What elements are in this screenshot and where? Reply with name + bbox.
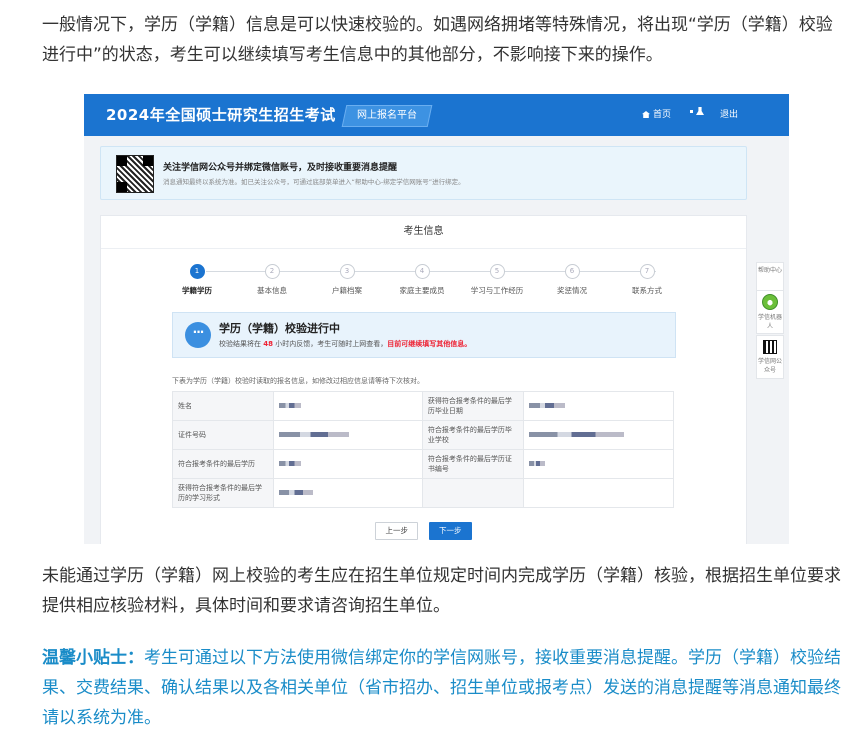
info-table: 姓名 获得符合报考条件的最后学历毕业日期 证件号码 符合报考条件的最后学历毕业学…	[171, 391, 674, 508]
step-7[interactable]: 7 联系方式	[602, 264, 692, 296]
pending-icon	[185, 322, 211, 348]
candidate-info-panel: 考生信息 1 学籍学历 2 基本信息 3 户籍档案 4 家庭主要成员 5 学习与工作经历 …	[100, 215, 747, 544]
redacted-value	[529, 403, 566, 408]
table-row: 证件号码 符合报考条件的最后学历毕业学校	[171, 420, 674, 450]
redacted-value	[529, 461, 546, 466]
notice-title: 关注学信网公众号并绑定微信账号，及时接收重要消息提醒	[163, 163, 398, 173]
notice-subtitle: 消息通知最终以系统为准。如已关注公众号，可通过底部菜单进入“帮助中心-绑定学信网…	[163, 178, 465, 186]
wechat-notice: 关注学信网公众号并绑定微信账号，及时接收重要消息提醒 消息通知最终以系统为准。如…	[100, 146, 747, 200]
panel-title: 考生信息	[101, 216, 746, 249]
official-account-button[interactable]: 学信网公众号	[756, 335, 784, 379]
table-row: 姓名 获得符合报考条件的最后学历毕业日期	[171, 391, 674, 421]
next-step-button[interactable]: 下一步	[429, 522, 472, 540]
qr-code-icon	[763, 340, 777, 354]
step-progress: 1 学籍学历 2 基本信息 3 户籍档案 4 家庭主要成员 5 学习与工作经历 6 奖惩情况…	[101, 264, 746, 304]
qr-code-icon	[116, 155, 154, 193]
tip-text: 考生可通过以下方法使用微信绑定你的学信网账号，接收重要消息提醒。学历（学籍）校验…	[42, 648, 841, 728]
verification-status: 学历（学籍）校验进行中 校验结果将在 48 小时内反馈，考生可随时上网查看，目前…	[172, 312, 676, 358]
embedded-screenshot: 2024年全国硕士研究生招生考试 网上报名平台 首页 退出 关注学信网公众号并绑…	[84, 94, 789, 544]
table-row: 获得符合报考条件的最后学历的学习形式	[171, 478, 674, 508]
redacted-value	[279, 490, 314, 495]
user-menu[interactable]	[690, 107, 704, 117]
logout-link[interactable]: 退出	[720, 107, 738, 120]
form-buttons: 上一步 下一步	[101, 518, 746, 540]
help-center-button[interactable]: 帮助中心	[756, 262, 784, 292]
redacted-value	[279, 461, 302, 466]
article-paragraph-1: 一般情况下，学历（学籍）信息是可以快速校验的。如遇网络拥堵等特殊情况，将出现“学…	[42, 15, 833, 65]
redacted-value	[279, 403, 302, 408]
platform-tag: 网上报名平台	[341, 105, 433, 127]
tip-label: 温馨小贴士：	[42, 648, 144, 668]
redacted-value	[529, 432, 625, 437]
prev-step-button[interactable]: 上一步	[375, 522, 418, 540]
home-icon	[642, 111, 650, 118]
article-paragraph-2: 未能通过学历（学籍）网上校验的考生应在招生单位规定时间内完成学历（学籍）核验，根…	[42, 566, 841, 616]
table-row: 符合报考条件的最后学历 符合报考条件的最后学历证书编号	[171, 449, 674, 479]
user-icon	[690, 107, 704, 115]
status-message: 校验结果将在 48 小时内反馈，考生可随时上网查看，目前可继续填写其他信息。	[219, 340, 472, 348]
top-bar: 2024年全国硕士研究生招生考试 网上报名平台 首页 退出	[84, 94, 789, 136]
status-title: 学历（学籍）校验进行中	[219, 322, 340, 335]
redacted-value	[279, 432, 350, 437]
robot-button[interactable]: 学信机器人	[756, 290, 784, 334]
robot-icon	[762, 294, 778, 310]
article-tip: 温馨小贴士：考生可通过以下方法使用微信绑定你的学信网账号，接收重要消息提醒。学历…	[42, 643, 842, 733]
home-link[interactable]: 首页	[642, 107, 671, 120]
table-note: 下表为学历（学籍）校验时读取的报名信息，如修改过相应信息请等待下次核对。	[172, 377, 424, 385]
site-title: 2024年全国硕士研究生招生考试	[106, 106, 336, 124]
